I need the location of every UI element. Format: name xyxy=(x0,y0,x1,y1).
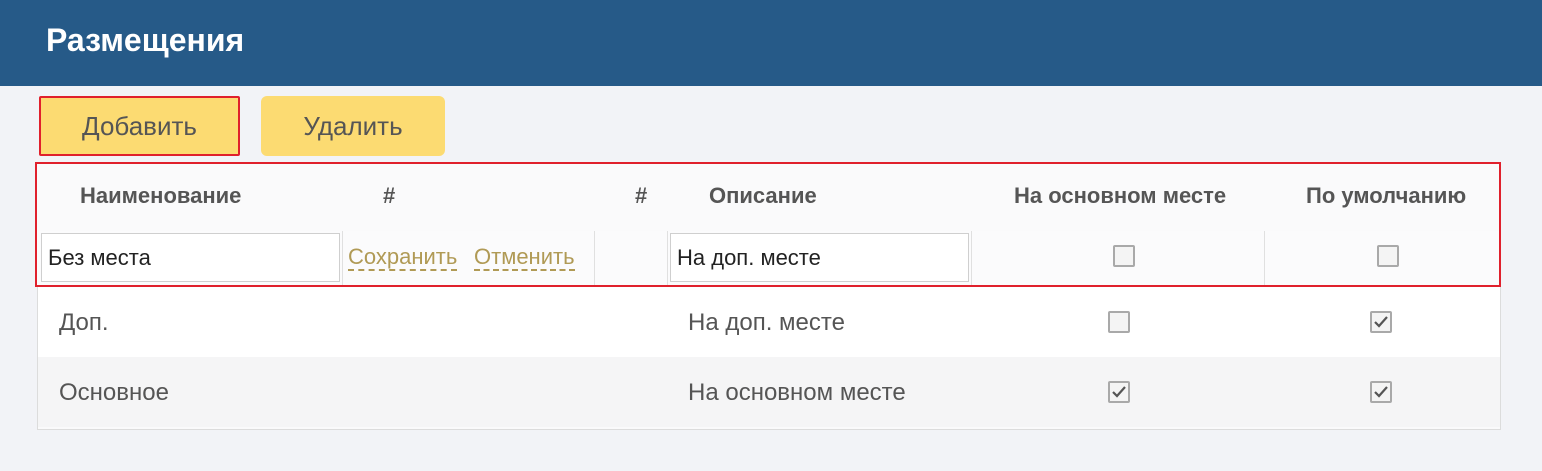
row-description: На доп. месте xyxy=(688,309,845,336)
checkmark-icon xyxy=(1374,386,1388,398)
main-place-checkbox[interactable] xyxy=(1113,245,1135,267)
add-button[interactable]: Добавить xyxy=(39,96,240,156)
checkmark-icon xyxy=(1374,316,1388,328)
page-title: Размещения xyxy=(46,22,245,58)
table-row[interactable]: Доп. На доп. месте xyxy=(38,287,1500,357)
checkmark-icon xyxy=(1112,386,1126,398)
cancel-link[interactable]: Отменить xyxy=(474,244,575,271)
row-name: Основное xyxy=(59,379,169,406)
save-link[interactable]: Сохранить xyxy=(348,244,458,271)
row-main-place-checkbox[interactable] xyxy=(1108,381,1130,403)
column-header-name[interactable]: Наименование xyxy=(80,183,241,209)
row-main-place-checkbox[interactable] xyxy=(1108,311,1130,333)
cell-divider xyxy=(971,231,972,285)
cell-divider xyxy=(594,231,595,285)
row-description: На основном месте xyxy=(688,379,906,406)
cell-divider xyxy=(1264,231,1265,285)
page-header: Размещения xyxy=(0,0,1542,86)
column-header-number-2[interactable]: # xyxy=(635,183,647,209)
row-default-checkbox[interactable] xyxy=(1370,311,1392,333)
default-checkbox[interactable] xyxy=(1377,245,1399,267)
name-input[interactable] xyxy=(41,233,340,282)
table-row[interactable]: Основное На основном месте xyxy=(38,357,1500,427)
cell-divider xyxy=(667,231,668,285)
column-header-default[interactable]: По умолчанию xyxy=(1306,183,1466,209)
row-default-checkbox[interactable] xyxy=(1370,381,1392,403)
column-header-number-1[interactable]: # xyxy=(383,183,395,209)
row-name: Доп. xyxy=(59,309,109,336)
cell-divider xyxy=(342,231,343,285)
delete-button[interactable]: Удалить xyxy=(261,96,445,156)
description-input[interactable] xyxy=(670,233,969,282)
column-header-description[interactable]: Описание xyxy=(709,183,817,209)
column-header-main-place[interactable]: На основном месте xyxy=(1014,183,1226,209)
